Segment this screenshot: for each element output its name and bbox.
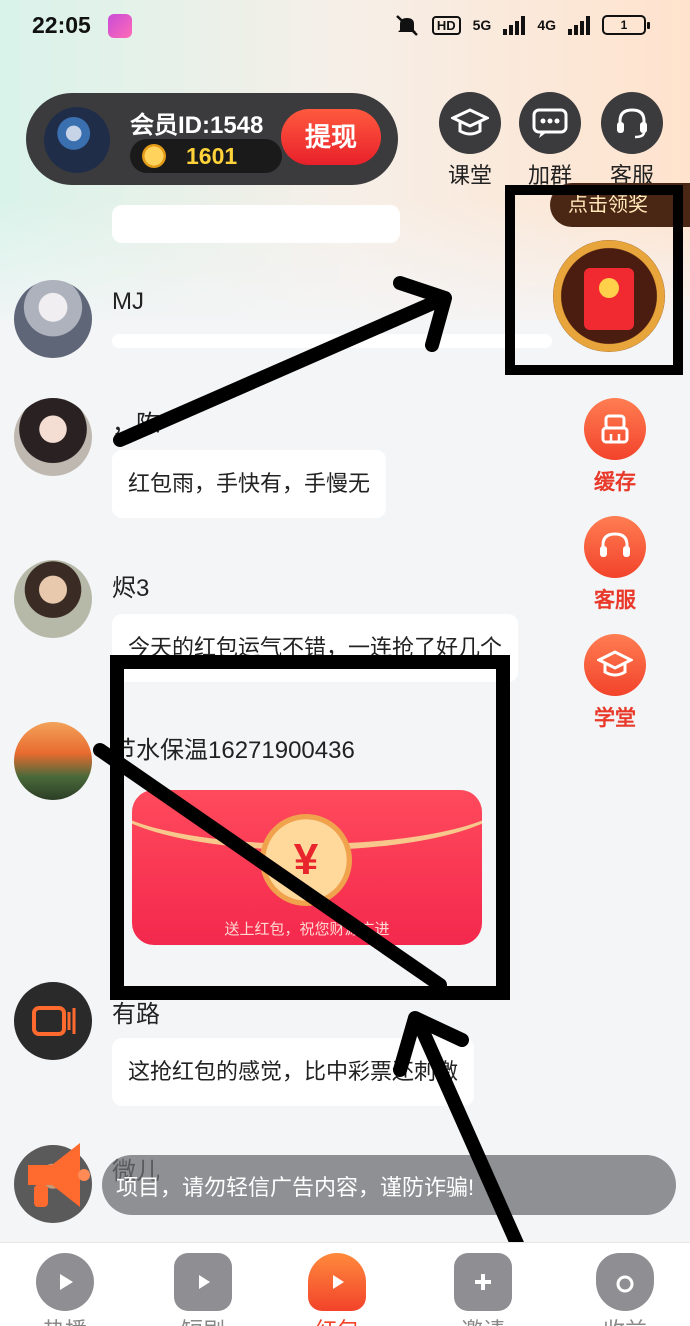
nav-label: 热播 [20, 1313, 110, 1326]
bottom-nav: 热播 短剧 红包 邀请 收益 [0, 1242, 690, 1326]
nav-item-earnings[interactable]: 收益 [580, 1253, 670, 1326]
medical-kit-icon [454, 1253, 512, 1311]
flame-play-icon [36, 1253, 94, 1311]
nav-item-red-packet[interactable]: 红包 [292, 1253, 382, 1326]
annotation-arrows [93, 276, 557, 1325]
nav-label: 邀请 [438, 1313, 528, 1326]
nav-label: 红包 [292, 1313, 382, 1326]
nav-item-invite[interactable]: 邀请 [438, 1253, 528, 1326]
money-bag-icon [596, 1253, 654, 1311]
nav-label: 收益 [580, 1313, 670, 1326]
nav-item-short-drama[interactable]: 短剧 [158, 1253, 248, 1326]
nav-item-hot[interactable]: 热播 [20, 1253, 110, 1326]
trophy-play-icon [308, 1253, 366, 1311]
nav-label: 短剧 [158, 1313, 248, 1326]
tv-icon [174, 1253, 232, 1311]
